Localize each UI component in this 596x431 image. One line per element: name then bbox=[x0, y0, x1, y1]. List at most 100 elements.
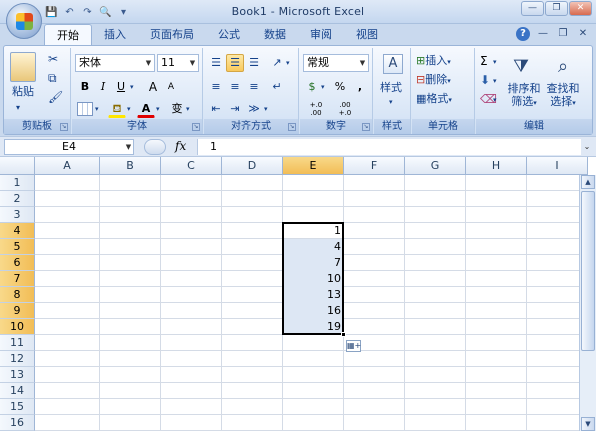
text-direction-icon[interactable]: ≫ bbox=[245, 100, 263, 118]
increase-indent-icon[interactable]: ⇥ bbox=[226, 100, 244, 118]
fill-color-button[interactable]: ⛾ bbox=[108, 100, 126, 118]
font-name-select[interactable]: 宋体 ▼ bbox=[75, 54, 155, 72]
close-button[interactable]: ✕ bbox=[569, 1, 592, 16]
tab-page-layout[interactable]: 页面布局 bbox=[138, 24, 206, 46]
column-header-h[interactable]: H bbox=[466, 157, 527, 175]
number-format-select[interactable]: 常规 ▼ bbox=[303, 54, 369, 72]
row-header-13[interactable]: 13 bbox=[0, 367, 35, 383]
scroll-thumb[interactable] bbox=[581, 191, 595, 351]
font-launcher-icon[interactable]: ↘ bbox=[192, 123, 200, 131]
row-header-6[interactable]: 6 bbox=[0, 255, 35, 271]
shrink-font-button[interactable]: A bbox=[162, 78, 180, 96]
align-top-icon[interactable]: ☰ bbox=[207, 54, 225, 72]
workbook-minimize-icon[interactable]: — bbox=[536, 27, 550, 41]
sort-filter-icon[interactable]: ⧩ bbox=[508, 54, 534, 80]
delete-cells-button[interactable]: ⊟删除▾ bbox=[416, 72, 451, 89]
select-all-corner[interactable] bbox=[0, 157, 35, 175]
row-header-12[interactable]: 12 bbox=[0, 351, 35, 367]
row-header-5[interactable]: 5 bbox=[0, 239, 35, 255]
number-launcher-icon[interactable]: ↘ bbox=[362, 123, 370, 131]
autosum-icon[interactable]: Σ bbox=[480, 53, 488, 69]
column-header-e[interactable]: E bbox=[283, 157, 344, 175]
row-header-8[interactable]: 8 bbox=[0, 287, 35, 303]
row-header-11[interactable]: 11 bbox=[0, 335, 35, 351]
restore-button[interactable]: ❐ bbox=[545, 1, 568, 16]
copy-icon[interactable]: ⧉ bbox=[48, 70, 57, 86]
tab-view[interactable]: 视图 bbox=[344, 24, 390, 46]
styles-dropdown-icon[interactable]: ▾ bbox=[389, 94, 393, 110]
phonetic-button[interactable]: 变 bbox=[168, 100, 186, 118]
vertical-scrollbar[interactable]: ▲ ▼ bbox=[579, 175, 596, 431]
binoculars-icon[interactable]: ⌕ bbox=[550, 54, 576, 80]
clear-dropdown-icon[interactable]: ▾ bbox=[493, 92, 497, 108]
brush-icon[interactable]: 🖌 bbox=[48, 89, 63, 105]
row-header-3[interactable]: 3 bbox=[0, 207, 35, 223]
align-middle-icon[interactable]: ☰ bbox=[226, 54, 244, 72]
align-center-icon[interactable]: ≡ bbox=[226, 78, 244, 96]
align-bottom-icon[interactable]: ☰ bbox=[245, 54, 263, 72]
paste-dropdown-icon[interactable]: ▾ bbox=[16, 100, 20, 116]
column-header-b[interactable]: B bbox=[100, 157, 161, 175]
fill-icon[interactable]: ⬇ bbox=[480, 72, 490, 88]
align-right-icon[interactable]: ≡ bbox=[245, 78, 263, 96]
underline-button[interactable]: U bbox=[112, 78, 130, 96]
format-cells-button[interactable]: ▦格式▾ bbox=[416, 91, 452, 108]
scroll-up-button[interactable]: ▲ bbox=[581, 175, 595, 189]
row-header-7[interactable]: 7 bbox=[0, 271, 35, 287]
currency-dropdown-icon[interactable]: ▾ bbox=[321, 79, 325, 95]
workbook-restore-icon[interactable]: ❐ bbox=[556, 27, 570, 41]
wrap-text-icon[interactable]: ↵ bbox=[268, 78, 286, 96]
increase-decimal-button[interactable]: +.0 .00 bbox=[303, 100, 329, 118]
fill-dropdown-icon[interactable]: ▾ bbox=[493, 73, 497, 89]
name-box[interactable]: E4 bbox=[4, 139, 134, 155]
decrease-decimal-button[interactable]: .00 +.0 bbox=[332, 100, 358, 118]
expand-formula-bar-icon[interactable]: ⌄ bbox=[582, 140, 592, 154]
office-button[interactable] bbox=[6, 3, 42, 39]
row-header-2[interactable]: 2 bbox=[0, 191, 35, 207]
comma-button[interactable]: , bbox=[351, 78, 369, 96]
tab-review[interactable]: 审阅 bbox=[298, 24, 344, 46]
column-header-g[interactable]: G bbox=[405, 157, 466, 175]
phonetic-dropdown-icon[interactable]: ▾ bbox=[186, 101, 190, 117]
fill-color-dropdown-icon[interactable]: ▾ bbox=[127, 101, 131, 117]
column-header-f[interactable]: F bbox=[344, 157, 405, 175]
paste-icon[interactable] bbox=[10, 52, 36, 82]
scroll-down-button[interactable]: ▼ bbox=[581, 417, 595, 431]
bold-button[interactable]: B bbox=[76, 78, 94, 96]
row-header-10[interactable]: 10 bbox=[0, 319, 35, 335]
tab-formulas[interactable]: 公式 bbox=[206, 24, 252, 46]
find-select-button[interactable]: 查找和 选择▾ bbox=[544, 82, 582, 110]
formula-bar-handle[interactable] bbox=[144, 139, 166, 155]
help-icon[interactable]: ? bbox=[516, 27, 530, 41]
borders-dropdown-icon[interactable]: ▾ bbox=[95, 101, 99, 117]
currency-button[interactable]: $ bbox=[303, 78, 321, 96]
row-header-9[interactable]: 9 bbox=[0, 303, 35, 319]
row-header-16[interactable]: 16 bbox=[0, 415, 35, 431]
column-header-d[interactable]: D bbox=[222, 157, 283, 175]
row-header-15[interactable]: 15 bbox=[0, 399, 35, 415]
orientation-icon[interactable]: ↗ bbox=[268, 54, 286, 72]
font-color-dropdown-icon[interactable]: ▾ bbox=[156, 101, 160, 117]
clipboard-launcher-icon[interactable]: ↘ bbox=[60, 123, 68, 131]
worksheet-grid[interactable]: ABCDEFGHI 1234567891011121314151617 1471… bbox=[0, 157, 596, 431]
italic-button[interactable]: I bbox=[94, 78, 112, 96]
percent-button[interactable]: % bbox=[331, 78, 349, 96]
alignment-launcher-icon[interactable]: ↘ bbox=[288, 123, 296, 131]
workbook-close-icon[interactable]: ✕ bbox=[576, 27, 590, 41]
column-header-c[interactable]: C bbox=[161, 157, 222, 175]
orientation-dropdown-icon[interactable]: ▾ bbox=[286, 55, 290, 71]
row-header-1[interactable]: 1 bbox=[0, 175, 35, 191]
scissors-icon[interactable]: ✂ bbox=[48, 51, 58, 67]
column-header-a[interactable]: A bbox=[35, 157, 100, 175]
name-box-dropdown-icon[interactable]: ▼ bbox=[124, 140, 133, 154]
font-color-button[interactable]: A bbox=[137, 100, 155, 118]
underline-dropdown-icon[interactable]: ▾ bbox=[130, 79, 134, 95]
font-size-select[interactable]: 11 ▼ bbox=[157, 54, 199, 72]
decrease-indent-icon[interactable]: ⇤ bbox=[207, 100, 225, 118]
text-direction-dropdown-icon[interactable]: ▾ bbox=[264, 101, 268, 117]
autosum-dropdown-icon[interactable]: ▾ bbox=[493, 54, 497, 70]
borders-icon[interactable] bbox=[77, 102, 93, 116]
insert-cells-button[interactable]: ⊞插入▾ bbox=[416, 53, 451, 70]
insert-function-button[interactable]: fx bbox=[175, 139, 186, 153]
tab-insert[interactable]: 插入 bbox=[92, 24, 138, 46]
